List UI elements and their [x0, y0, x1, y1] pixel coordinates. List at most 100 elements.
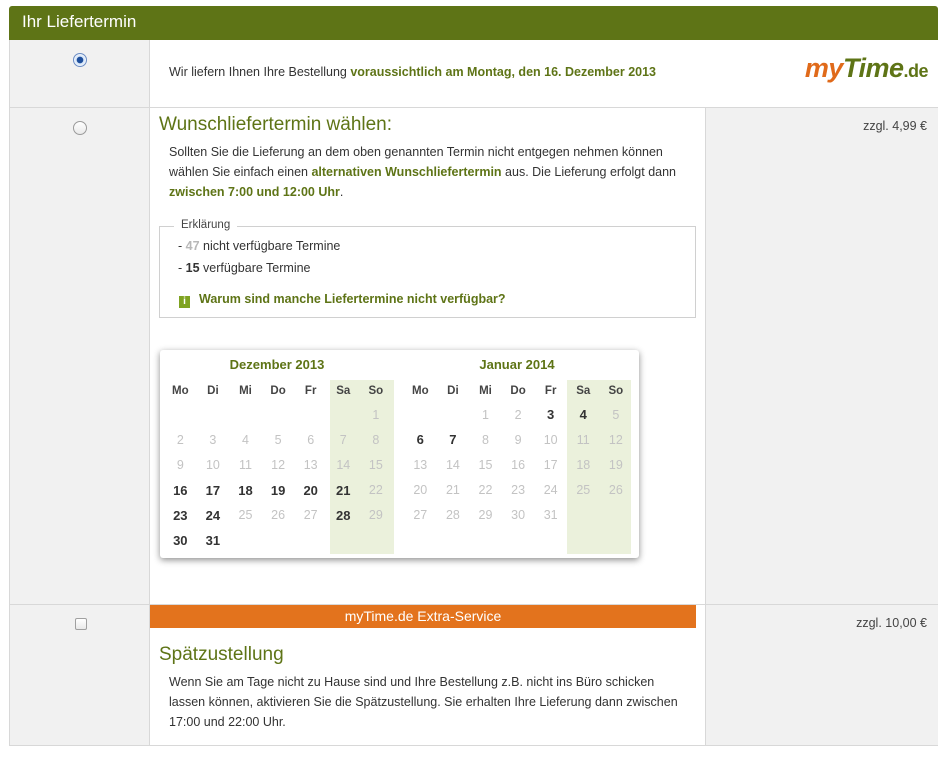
section-title: Ihr Liefertermin — [22, 12, 137, 31]
calendar-day-available[interactable]: 4 — [567, 402, 600, 427]
weekday-label: Do — [510, 385, 526, 397]
calendar-day-available[interactable]: 3 — [534, 402, 567, 427]
weekday-label: Di — [207, 385, 219, 397]
wish-delivery-content: Wunschliefertermin wählen: Sollten Sie d… — [149, 108, 705, 604]
calendar-day-unavailable: 16 — [511, 457, 526, 472]
calendar-day-available[interactable]: 19 — [262, 478, 295, 503]
available-count: 15 — [185, 261, 200, 275]
late-delivery-description: Wenn Sie am Tage nicht zu Hause sind und… — [169, 675, 678, 729]
weekday-label: Fr — [304, 385, 317, 397]
calendar-day-unavailable: 1 — [482, 407, 489, 422]
weekday-label: Mo — [171, 385, 189, 397]
calendar-day-available[interactable]: 18 — [229, 478, 262, 503]
section-header: Ihr Liefertermin — [9, 6, 938, 40]
calendar-day-unavailable: 22 — [368, 483, 383, 498]
calendar-day-available[interactable]: 24 — [197, 503, 230, 528]
calendar-day-unavailable: 3 — [209, 432, 217, 447]
calendar-day-empty — [197, 402, 230, 427]
delivery-estimate-prefix: Wir liefern Ihnen Ihre Bestellung — [169, 65, 351, 79]
calendar-day-available[interactable]: 16 — [164, 478, 197, 503]
legend-box: Erklärung - 47 nicht verfügbare Termine … — [159, 219, 696, 318]
calendar-week-row: 2 3 4 5 6 7 8 — [164, 427, 392, 452]
calendar-week-row: 20 21 22 23 24 25 26 — [404, 478, 632, 503]
delivery-estimate-date: voraussichtlich am Montag, den 16. Dezem… — [350, 65, 657, 79]
calendar-day-unavailable: 29 — [478, 508, 493, 523]
calendar-day-empty — [600, 503, 633, 528]
price-cell: zzgl. 10,00 € — [705, 605, 938, 745]
wish-delivery-radio[interactable] — [73, 121, 87, 135]
calendar-day-empty — [294, 528, 327, 553]
legend-title: Erklärung — [174, 219, 238, 231]
wish-delivery-description: Sollten Sie die Lieferung an dem oben ge… — [169, 142, 679, 202]
calendar-day-unavailable: 1 — [372, 407, 380, 422]
desc-text-2: aus. Die Lieferung erfolgt dann — [501, 165, 676, 179]
desc-text-3: . — [339, 185, 344, 199]
price-cell: zzgl. 4,99 € — [705, 108, 938, 604]
calendar-day-available[interactable]: 31 — [197, 528, 230, 553]
calendar-day-empty — [229, 528, 262, 553]
calendar-day-empty — [262, 528, 295, 553]
info-link-label[interactable]: Warum sind manche Liefertermine nicht ve… — [199, 292, 506, 306]
calendar-day-unavailable: 9 — [514, 432, 522, 447]
calendar-day-unavailable: 19 — [608, 457, 623, 472]
calendar-day-unavailable: 24 — [543, 483, 558, 498]
late-delivery-checkbox[interactable] — [75, 618, 87, 630]
calendar-month-title: Dezember 2013 — [229, 357, 325, 372]
calendar-day-unavailable: 5 — [612, 407, 620, 422]
calendar-day-empty — [404, 402, 437, 427]
late-delivery-price: zzgl. 10,00 € — [856, 616, 927, 630]
calendar-day-unavailable: 28 — [445, 508, 460, 523]
weekday-label: Mi — [239, 385, 252, 397]
weekday-header-row: Mo Di Mi Do Fr Sa So — [404, 380, 632, 402]
calendar-week-row: 1 — [164, 402, 392, 427]
calendar-week-row: 16 17 18 19 20 21 22 — [164, 478, 392, 503]
calendar-day-unavailable: 20 — [413, 483, 428, 498]
legend-available: - 15 verfügbare Termine — [178, 261, 311, 275]
standard-delivery-radio[interactable] — [73, 53, 87, 67]
calendar-day-empty — [327, 402, 360, 427]
logo-time: Time — [842, 53, 904, 83]
calendar-day-available[interactable]: 28 — [327, 503, 360, 528]
calendar-day-available[interactable]: 21 — [327, 478, 360, 503]
calendar-day-empty — [262, 402, 295, 427]
calendar-day-empty — [360, 528, 393, 553]
wish-delivery-price: zzgl. 4,99 € — [863, 119, 927, 133]
calendar-day-unavailable: 31 — [543, 508, 558, 523]
weekday-label: Mo — [411, 385, 429, 397]
calendar-day-empty — [229, 402, 262, 427]
calendar-grid: Mo Di Mi Do Fr Sa So 1 2 3 4 5 6 7 8 9 10 11 12 13 14 15 16 17 1… — [404, 380, 632, 528]
calendar-day-unavailable: 26 — [608, 483, 623, 498]
weekday-header-row: Mo Di Mi Do Fr Sa So — [164, 380, 392, 402]
calendar-widget: Dezember 2013 Mo Di Mi Do Fr Sa So 1 2 3 4 5 6 7 8 9 10 1… — [160, 350, 639, 558]
calendar-week-row: 27 28 29 30 31 — [404, 503, 632, 528]
calendar-day-unavailable: 8 — [482, 432, 489, 447]
calendar-day-unavailable: 7 — [339, 432, 347, 447]
calendar-day-available[interactable]: 30 — [164, 528, 197, 553]
calendar-day-unavailable: 13 — [303, 457, 318, 472]
calendar-day-empty — [437, 402, 470, 427]
calendar-day-unavailable: 2 — [514, 407, 522, 422]
unavailable-count: 47 — [185, 239, 200, 253]
late-delivery-content: myTime.de Extra-Service Spätzustellung W… — [149, 605, 705, 745]
calendar-day-unavailable: 26 — [271, 508, 286, 523]
calendar-day-available[interactable]: 7 — [437, 427, 470, 452]
calendar-january: Januar 2014 Mo Di Mi Do Fr Sa So 1 2 3 4 5 6 7 8 9 10 11 1… — [400, 350, 634, 558]
calendar-day-unavailable: 6 — [307, 432, 315, 447]
option-selector-cell — [9, 108, 149, 604]
calendar-day-unavailable: 13 — [413, 457, 428, 472]
calendar-day-available[interactable]: 20 — [294, 478, 327, 503]
calendar-day-unavailable: 11 — [238, 457, 252, 472]
calendar-day-available[interactable]: 23 — [164, 503, 197, 528]
calendar-day-available[interactable]: 6 — [404, 427, 437, 452]
weekday-label: So — [608, 385, 624, 397]
calendar-week-row: 30 31 — [164, 528, 392, 553]
weekday-label: Fr — [544, 385, 557, 397]
weekday-label: Sa — [336, 385, 351, 397]
unavailable-info-link[interactable]: i Warum sind manche Liefertermine nicht v… — [179, 292, 506, 308]
calendar-day-unavailable: 27 — [303, 508, 318, 523]
calendar-day-available[interactable]: 17 — [197, 478, 230, 503]
weekday-label: So — [368, 385, 384, 397]
calendar-day-unavailable: 5 — [274, 432, 282, 447]
calendar-day-unavailable: 23 — [511, 483, 526, 498]
option-selector-cell — [9, 605, 149, 745]
